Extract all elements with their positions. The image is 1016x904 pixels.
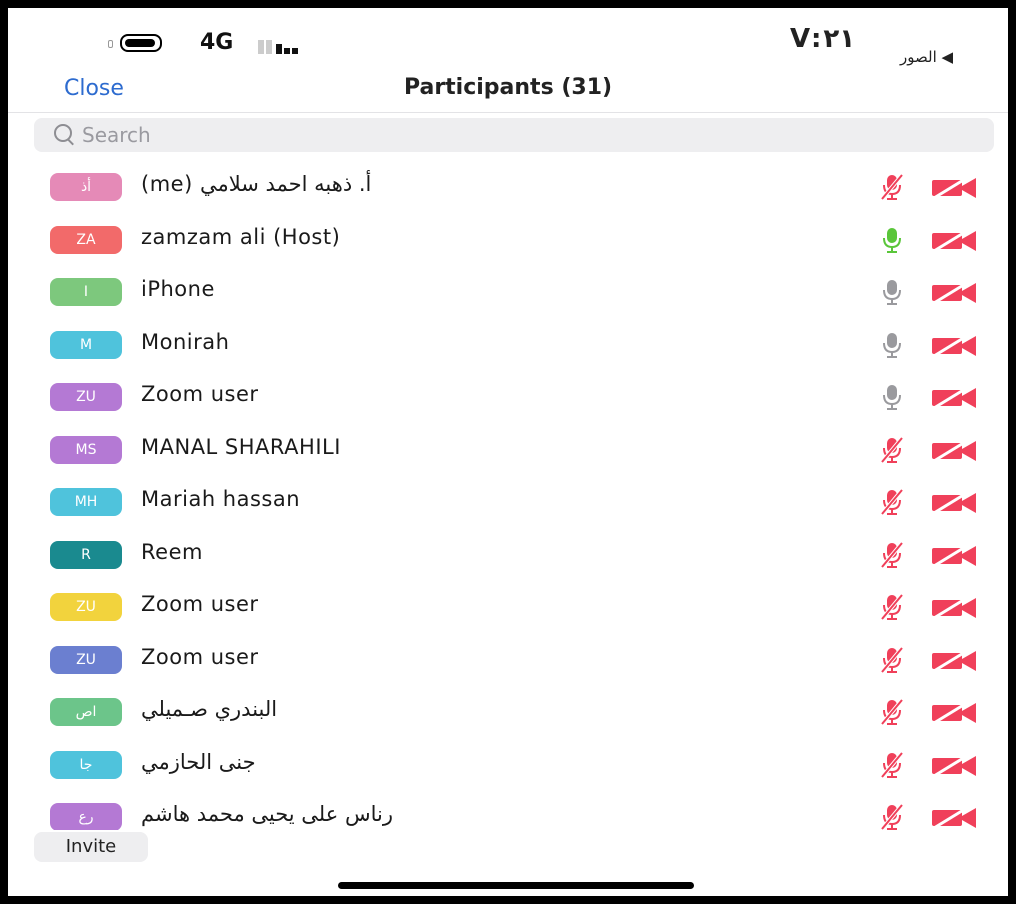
- avatar: I: [50, 278, 122, 306]
- search-icon: [54, 124, 72, 142]
- header: Participants (31) Close: [8, 72, 1008, 113]
- participant-name: zamzam ali (Host): [141, 224, 341, 249]
- participant-row[interactable]: أذ (me) أ. ذهبه احمد سلامي: [8, 160, 1008, 213]
- mic-muted-icon[interactable]: [878, 540, 906, 570]
- search-input[interactable]: [82, 118, 962, 152]
- battery-tip: [108, 40, 113, 48]
- avatar: جا: [50, 750, 122, 779]
- participant-name: Mariah hassan: [141, 487, 301, 511]
- avatar: اص: [50, 698, 122, 726]
- avatar: ZU: [50, 593, 122, 621]
- participant-name: iPhone: [141, 277, 215, 301]
- avatar: ZA: [50, 225, 122, 254]
- video-off-icon[interactable]: [930, 174, 978, 200]
- status-time: V:٢١: [790, 24, 856, 54]
- mic-muted-icon[interactable]: [878, 802, 906, 830]
- mic-muted-icon[interactable]: [878, 435, 906, 465]
- video-off-icon[interactable]: [930, 332, 978, 358]
- video-off-icon[interactable]: [930, 804, 978, 830]
- video-off-icon[interactable]: [930, 542, 978, 568]
- home-indicator[interactable]: [338, 882, 694, 889]
- microphone-icon[interactable]: [878, 277, 906, 307]
- page-title: Participants (31): [403, 75, 613, 100]
- avatar: أذ: [50, 173, 122, 201]
- network-type: 4G: [200, 30, 234, 55]
- participant-list: أذ (me) أ. ذهبه احمد سلامي ZA zamzam ali (H…: [8, 160, 1008, 830]
- participant-row[interactable]: R Reem: [8, 528, 1008, 581]
- participant-row[interactable]: M Monirah: [8, 318, 1008, 371]
- participants-screen: 4G V:٢١ ◀ الصور Participants (31) Close …: [8, 8, 1008, 896]
- participant-row[interactable]: ZU Zoom user: [8, 580, 1008, 633]
- video-off-icon[interactable]: [930, 752, 978, 778]
- mic-muted-icon[interactable]: [878, 645, 906, 675]
- video-off-icon[interactable]: [930, 279, 978, 305]
- participant-name: Zoom user: [141, 382, 259, 406]
- participant-name: (me) أ. ذهبه احمد سلامي: [141, 172, 372, 196]
- signal-icon: [258, 36, 298, 54]
- avatar: رع: [50, 803, 122, 830]
- avatar: ZU: [50, 383, 122, 411]
- participant-name: Zoom user: [141, 644, 259, 669]
- participant-row[interactable]: ZU Zoom user: [8, 370, 1008, 423]
- video-off-icon[interactable]: [930, 647, 978, 673]
- mic-muted-icon[interactable]: [878, 487, 906, 517]
- microphone-icon[interactable]: [878, 330, 906, 360]
- battery-icon: [120, 34, 162, 52]
- participant-row[interactable]: ZU Zoom user: [8, 633, 1008, 686]
- invite-button[interactable]: Invite: [34, 832, 148, 862]
- video-off-icon[interactable]: [930, 699, 978, 725]
- video-off-icon[interactable]: [930, 384, 978, 410]
- participant-name: رناس على يحيى محمد هاشم: [141, 802, 393, 826]
- avatar: R: [50, 540, 122, 569]
- participant-name: جنى الحازمي: [141, 749, 256, 774]
- back-to-app-link[interactable]: ◀ الصور: [900, 48, 953, 66]
- microphone-icon[interactable]: [878, 225, 906, 255]
- participant-name: Reem: [141, 539, 203, 564]
- participant-row[interactable]: IiPhone: [8, 265, 1008, 318]
- video-off-icon[interactable]: [930, 594, 978, 620]
- participant-row[interactable]: جا جنى الحازمي: [8, 738, 1008, 791]
- participant-row[interactable]: MH Mariah hassan: [8, 475, 1008, 528]
- video-off-icon[interactable]: [930, 437, 978, 463]
- participant-name: Monirah: [141, 329, 230, 354]
- video-off-icon[interactable]: [930, 227, 978, 253]
- mic-muted-icon[interactable]: [878, 172, 906, 202]
- participant-row[interactable]: MS MANAL SHARAHILI: [8, 423, 1008, 476]
- participant-row[interactable]: اص البندري صـميلي: [8, 685, 1008, 738]
- participant-row[interactable]: ZA zamzam ali (Host): [8, 213, 1008, 266]
- status-bar: 4G V:٢١ ◀ الصور: [8, 8, 1008, 72]
- avatar: MS: [50, 435, 122, 464]
- video-off-icon[interactable]: [930, 489, 978, 515]
- avatar: ZU: [50, 645, 122, 674]
- microphone-icon[interactable]: [878, 382, 906, 412]
- participant-name: البندري صـميلي: [141, 697, 278, 721]
- participant-row[interactable]: رع رناس على يحيى محمد هاشم: [8, 790, 1008, 830]
- avatar: MH: [50, 488, 122, 516]
- mic-muted-icon[interactable]: [878, 697, 906, 727]
- avatar: M: [50, 330, 122, 359]
- mic-muted-icon[interactable]: [878, 592, 906, 622]
- participant-name: Zoom user: [141, 592, 259, 616]
- participant-name: MANAL SHARAHILI: [141, 434, 341, 459]
- close-button[interactable]: Close: [64, 76, 124, 101]
- search-bar[interactable]: [34, 118, 994, 152]
- mic-muted-icon[interactable]: [878, 750, 906, 780]
